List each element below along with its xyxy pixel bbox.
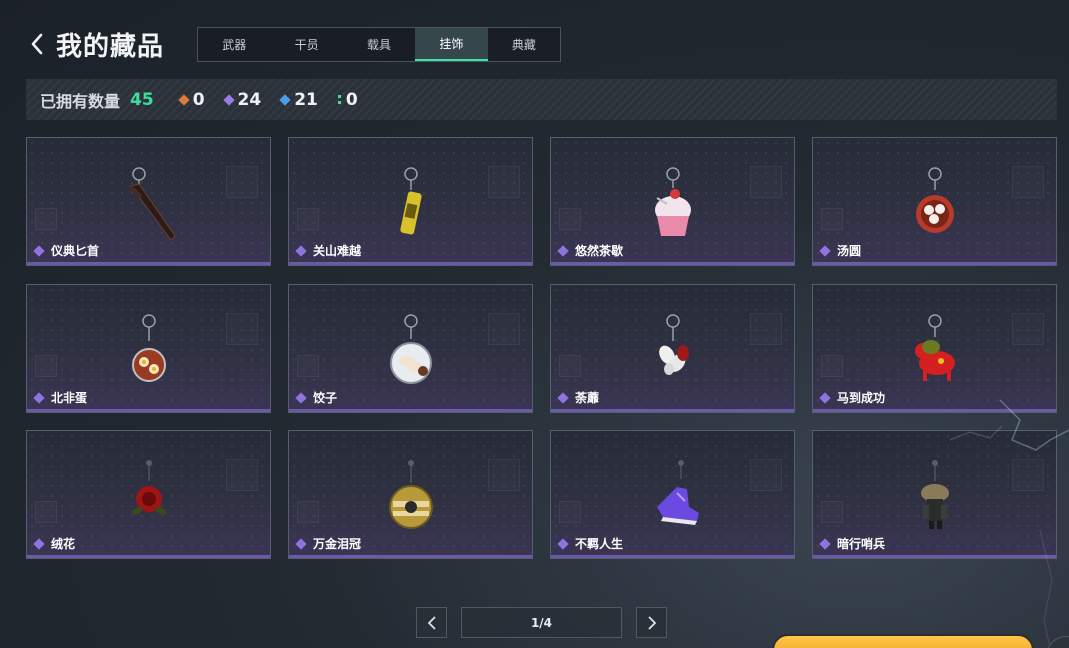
purple-rarity-icon — [295, 537, 307, 550]
charm-card[interactable]: 万金泪冠 — [288, 430, 533, 559]
rarity-count: 21 — [294, 89, 318, 110]
tab-charms[interactable]: 挂饰 — [415, 28, 488, 61]
shakshuka-pan-charm-icon — [132, 314, 166, 382]
blue-rarity-icon — [279, 93, 291, 106]
orange-rarity-icon — [178, 93, 190, 106]
charm-name: 荼蘼 — [575, 391, 600, 405]
purple-rarity-icon — [819, 244, 831, 257]
charm-card[interactable]: 汤圆 — [812, 137, 1057, 266]
charm-name: 北非蛋 — [51, 391, 88, 405]
purple-rarity-icon — [33, 244, 45, 257]
purple-sneaker-charm-icon — [657, 460, 699, 525]
flower-charm-icon — [659, 314, 689, 375]
charm-name: 仪典匕首 — [51, 244, 100, 258]
charm-name: 关山难越 — [313, 244, 362, 258]
rarity-count: 24 — [237, 89, 262, 110]
charm-name: 万金泪冠 — [313, 537, 362, 551]
charm-card[interactable]: 马到成功 — [812, 284, 1057, 413]
round-action-button[interactable] — [1046, 636, 1069, 648]
page-title: 我的藏品 — [56, 31, 165, 62]
pagination: 1/4 — [416, 607, 667, 638]
tab-vehicles[interactable]: 载具 — [343, 28, 415, 61]
sentinel-figure-charm-icon — [921, 460, 949, 529]
purple-rarity-icon — [819, 391, 831, 404]
rarity-stat-green: 0 — [337, 89, 358, 110]
chevron-left-icon — [427, 615, 436, 630]
owned-count-label: 已拥有数量 — [40, 91, 121, 111]
charm-card[interactable]: 北非蛋 — [26, 284, 271, 413]
charm-name: 悠然茶歇 — [575, 244, 624, 258]
charm-card[interactable]: 不羁人生 — [550, 430, 795, 559]
charm-card[interactable]: 绒花 — [26, 430, 271, 559]
previous-page-button[interactable] — [416, 607, 447, 638]
tangyuan-bowl-charm-icon — [916, 167, 954, 233]
purple-rarity-icon — [295, 244, 307, 257]
tab-collection[interactable]: 典藏 — [488, 28, 560, 61]
rarity-stat-orange: 0 — [178, 89, 205, 110]
owned-count-total: 45 — [130, 89, 154, 110]
charm-card[interactable]: 荼蘼 — [550, 284, 795, 413]
category-tabs: 武器 干员 载具 挂饰 典藏 — [197, 27, 561, 62]
rarity-stat-blue: 21 — [279, 89, 318, 110]
rarity-count: 0 — [192, 89, 205, 110]
purple-rarity-icon — [819, 537, 831, 550]
next-page-button[interactable] — [636, 607, 667, 638]
charm-name: 汤圆 — [837, 244, 862, 258]
ownership-stats-bar: 已拥有数量 45 0 24 21 0 — [26, 79, 1057, 120]
cupcake-charm-icon — [655, 167, 691, 236]
purple-rarity-icon — [222, 93, 235, 106]
rarity-count: 0 — [345, 89, 358, 110]
purple-rarity-icon — [33, 537, 45, 550]
dumpling-plate-charm-icon — [390, 314, 432, 384]
charm-card[interactable]: 仪典匕首 — [26, 137, 271, 266]
charm-name: 暗行哨兵 — [837, 537, 886, 551]
purple-rarity-icon — [557, 244, 569, 257]
purple-rarity-icon — [33, 391, 45, 404]
page-header: 我的藏品 — [26, 24, 164, 64]
gold-crown-charm-icon — [389, 460, 433, 529]
chevron-right-icon — [647, 615, 656, 630]
rarity-stat-purple: 24 — [222, 89, 262, 110]
tab-operators[interactable]: 干员 — [270, 28, 342, 61]
red-rose-charm-icon — [131, 460, 167, 515]
charm-name: 绒花 — [51, 537, 76, 551]
back-button[interactable] — [26, 29, 48, 59]
purple-rarity-icon — [295, 391, 307, 404]
tab-weapons[interactable]: 武器 — [198, 28, 270, 61]
yellow-can-charm-icon — [400, 167, 422, 235]
chevron-left-icon — [31, 33, 43, 55]
primary-action-button[interactable] — [772, 634, 1034, 648]
green-rarity-icon — [337, 95, 341, 104]
purple-rarity-icon — [557, 391, 569, 404]
page-indicator: 1/4 — [461, 607, 622, 638]
charm-card[interactable]: 饺子 — [288, 284, 533, 413]
charm-name: 不羁人生 — [575, 537, 624, 551]
charm-name: 马到成功 — [837, 391, 886, 405]
dagger-charm-icon — [129, 167, 176, 241]
charm-name: 饺子 — [313, 391, 338, 405]
purple-rarity-icon — [557, 537, 569, 550]
charm-card[interactable]: 悠然茶歇 — [550, 137, 795, 266]
red-horse-charm-icon — [915, 314, 955, 381]
charm-card[interactable]: 关山难越 — [288, 137, 533, 266]
charm-card[interactable]: 暗行哨兵 — [812, 430, 1057, 559]
